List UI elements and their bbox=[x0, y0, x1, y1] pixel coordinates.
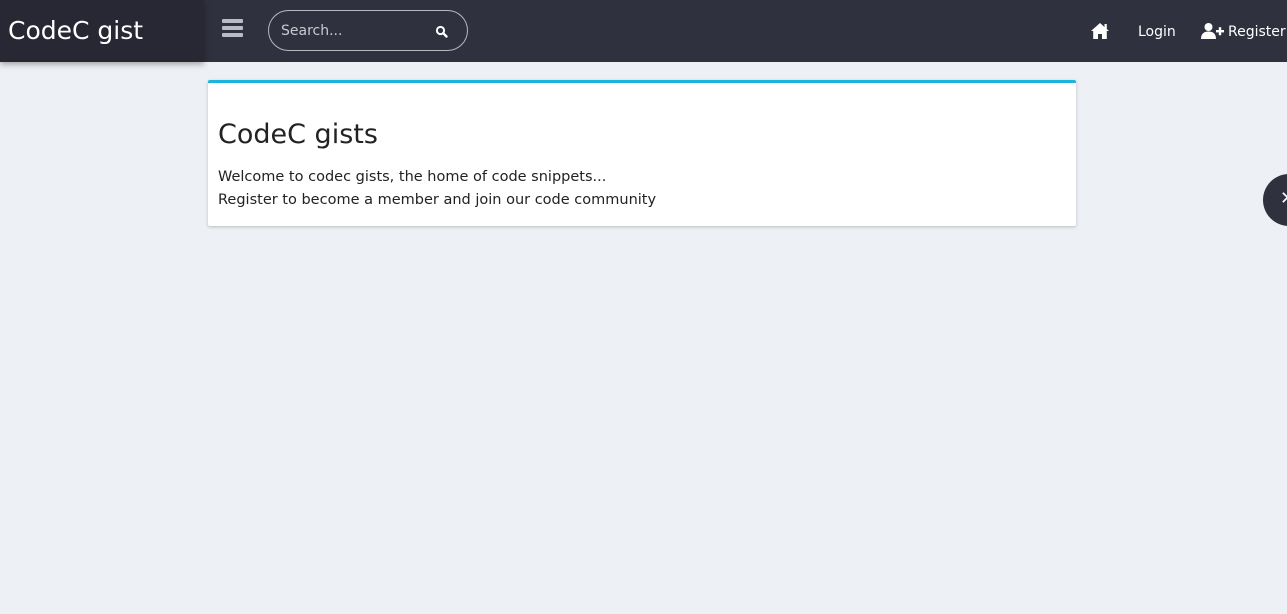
login-link[interactable]: Login bbox=[1138, 22, 1176, 42]
welcome-card: CodeC gists Welcome to codec gists, the … bbox=[208, 80, 1076, 226]
search-input[interactable] bbox=[281, 11, 431, 50]
home-icon[interactable] bbox=[1090, 22, 1110, 40]
welcome-text: Welcome to codec gists, the home of code… bbox=[218, 169, 607, 185]
user-plus-icon bbox=[1201, 23, 1224, 39]
search-form bbox=[268, 10, 468, 51]
close-icon: ✕ bbox=[1280, 187, 1287, 211]
hamburger-icon[interactable] bbox=[221, 18, 245, 40]
top-navbar: CodeC gist Login Register bbox=[0, 0, 1287, 62]
card-title: CodeC gists bbox=[218, 119, 378, 150]
brand-logo[interactable]: CodeC gist bbox=[0, 0, 204, 62]
side-panel-toggle[interactable]: ✕ bbox=[1263, 174, 1287, 226]
register-label: Register bbox=[1228, 24, 1286, 40]
register-prompt-text: Register to become a member and join our… bbox=[218, 192, 657, 208]
search-icon[interactable] bbox=[435, 24, 449, 38]
